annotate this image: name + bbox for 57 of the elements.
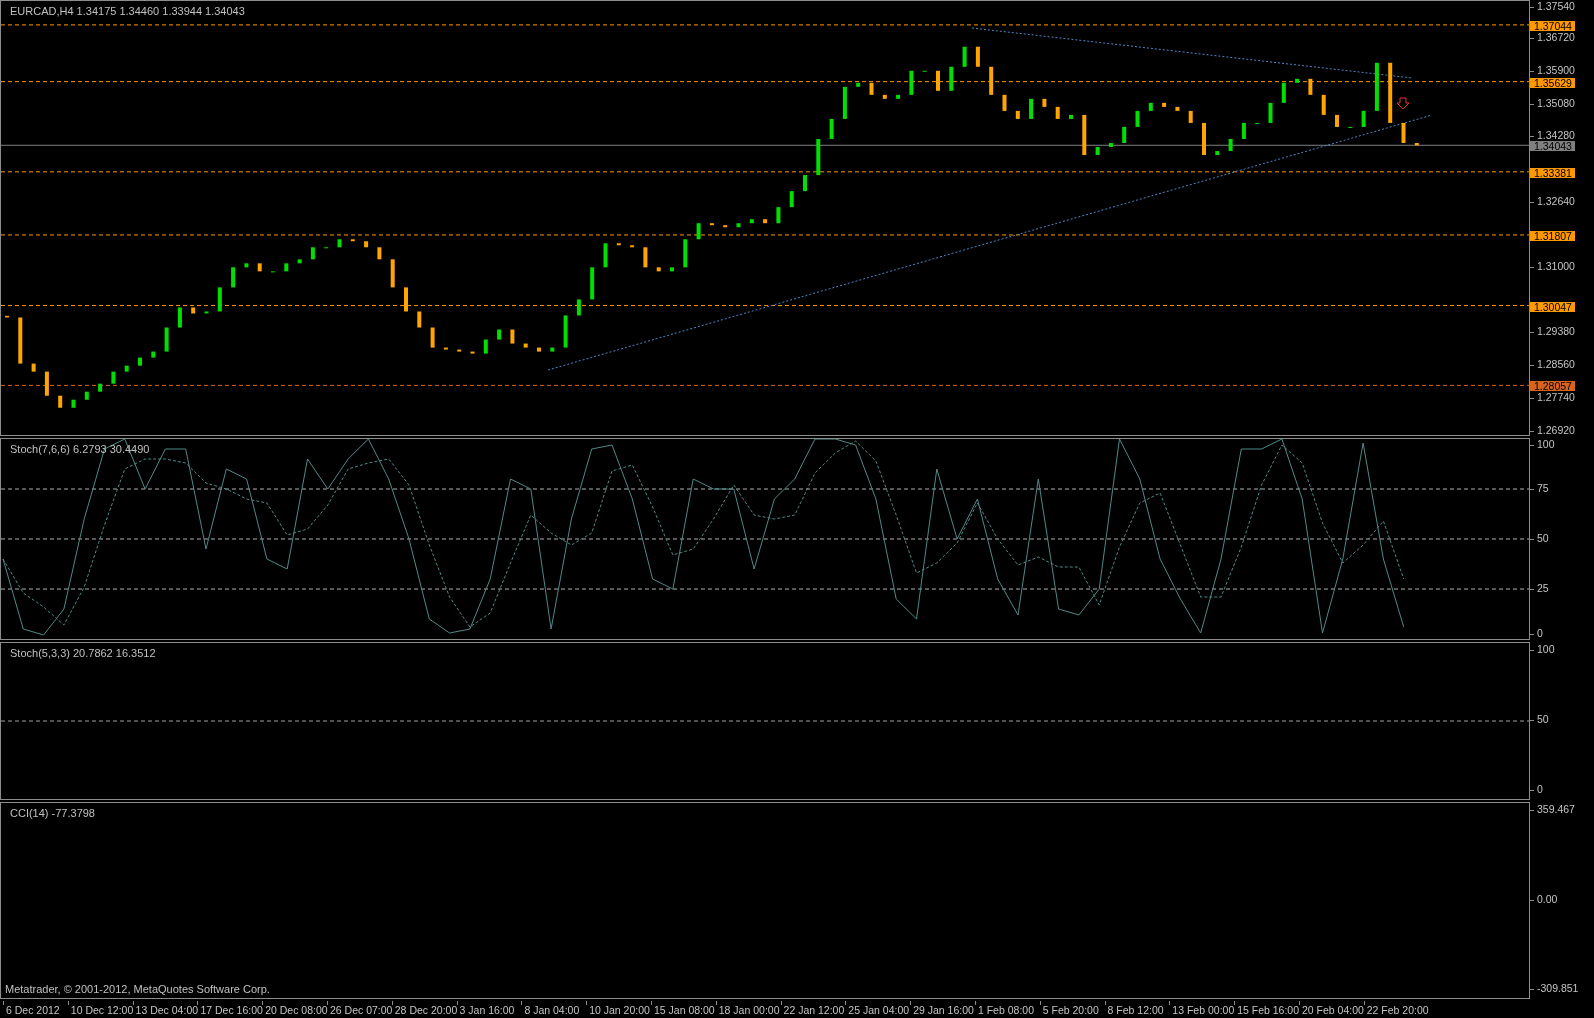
time-axis-label: 13 Dec 04:00 [132, 1001, 198, 1018]
time-axis-label: 15 Jan 08:00 [650, 1001, 716, 1018]
price-axis-label: 1.31000 [1530, 261, 1575, 272]
price-level-tag: 1.30047 [1530, 301, 1575, 312]
indicator-label: Stoch(5,3,3) 20.7862 16.3512 [9, 647, 157, 659]
time-axis-label: 8 Jan 04:00 [521, 1001, 587, 1018]
price-level-tag: 1.37044 [1530, 20, 1575, 31]
indicator-axis-label: -309.851 [1530, 983, 1579, 993]
price-level-tag: 1.28057 [1530, 381, 1575, 392]
price-axis-label: 1.35900 [1530, 64, 1575, 75]
indicator-axis-label: 0.00 [1530, 893, 1558, 904]
time-axis-label: 22 Jan 12:00 [780, 1001, 846, 1018]
time-axis-label: 1 Feb 08:00 [974, 1001, 1040, 1018]
price-axis-label: 1.37540 [1530, 1, 1575, 11]
down-arrow-icon [1396, 97, 1410, 110]
indicator-axis-label: 75 [1530, 483, 1549, 493]
indicator-axis-label: 0 [1530, 628, 1543, 638]
time-axis-label: 13 Feb 00:00 [1169, 1001, 1235, 1018]
indicator-axis-label: 100 [1530, 439, 1555, 449]
price-axis-label: 1.34280 [1530, 129, 1575, 140]
time-axis-label: 10 Dec 12:00 [67, 1001, 133, 1018]
indicator-axis-label: 359.467 [1530, 804, 1575, 814]
time-axis-label: 25 Jan 04:00 [845, 1001, 911, 1018]
indicator-axis-label: 100 [1530, 644, 1555, 654]
time-axis-label: 29 Jan 16:00 [910, 1001, 975, 1018]
time-axis-label: 15 Feb 16:00 [1234, 1001, 1299, 1018]
price-axis-label: 1.35080 [1530, 97, 1575, 108]
price-level-tag: 1.33381 [1530, 167, 1575, 178]
price-axis-label: 1.32640 [1530, 195, 1575, 206]
time-axis-label: 10 Jan 20:00 [586, 1001, 651, 1018]
price-axis-label: 1.28560 [1530, 359, 1575, 370]
indicator-axis-label: 50 [1530, 714, 1549, 724]
price-axis-label: 1.29380 [1530, 326, 1575, 337]
time-axis-label: 6 Dec 2012 [3, 1001, 68, 1018]
price-axis-label: 1.27740 [1530, 392, 1575, 403]
time-axis-label: 22 Feb 20:00 [1363, 1001, 1429, 1018]
indicator-axis-label: 25 [1530, 583, 1549, 593]
time-axis-label: 28 Dec 20:00 [391, 1001, 457, 1018]
price-axis-label: 1.36720 [1530, 31, 1575, 42]
price-level-tag: 1.31807 [1530, 230, 1575, 241]
time-axis-label: 20 Feb 04:00 [1298, 1001, 1364, 1018]
copyright-text: Metatrader, © 2001-2012, MetaQuotes Software Corp. [5, 983, 270, 995]
indicator-label: Stoch(7,6,6) 6.2793 30.4490 [9, 443, 151, 455]
time-axis-label: 18 Jan 00:00 [715, 1001, 781, 1018]
time-axis-label: 20 Dec 08:00 [262, 1001, 327, 1018]
price-axis-label: 1.26920 [1530, 425, 1575, 435]
indicator-axis-label: 0 [1530, 784, 1543, 794]
indicator-axis-label: 50 [1530, 533, 1549, 543]
price-level-tag: 1.35629 [1530, 77, 1575, 88]
time-axis-label: 5 Feb 20:00 [1039, 1001, 1105, 1018]
price-level-tag: 1.34043 [1530, 141, 1575, 152]
time-axis-label: 17 Dec 16:00 [197, 1001, 263, 1018]
time-axis-label: 26 Dec 07:00 [327, 1001, 392, 1018]
time-axis-label: 8 Feb 12:00 [1104, 1001, 1170, 1018]
indicator-label: CCI(14) -77.3798 [9, 807, 96, 819]
time-axis-label: 3 Jan 16:00 [456, 1001, 522, 1018]
chart-title: EURCAD,H4 1.34175 1.34460 1.33944 1.34043 [9, 5, 246, 17]
